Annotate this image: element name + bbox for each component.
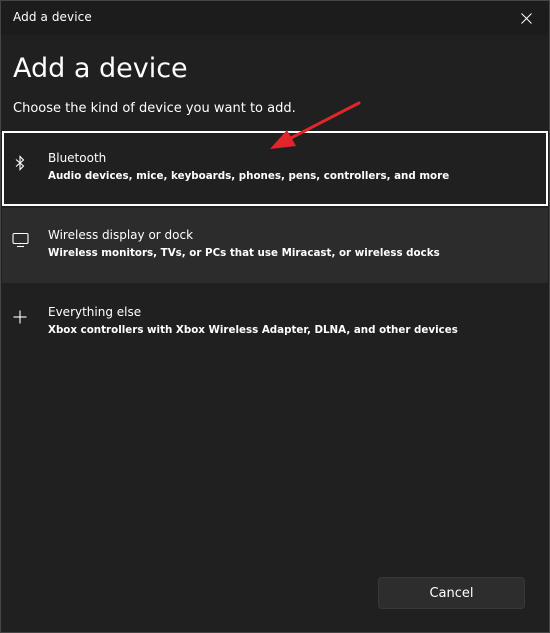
- plus-icon: [11, 308, 29, 326]
- close-button[interactable]: [503, 1, 549, 35]
- option-title: Wireless display or dock: [48, 228, 194, 242]
- option-description: Xbox controllers with Xbox Wireless Adap…: [48, 324, 458, 336]
- option-everything-else[interactable]: Everything else Xbox controllers with Xb…: [2, 285, 548, 360]
- option-bluetooth[interactable]: Bluetooth Audio devices, mice, keyboards…: [2, 131, 548, 206]
- page-title: Add a device: [13, 53, 188, 84]
- option-description: Audio devices, mice, keyboards, phones, …: [48, 170, 450, 182]
- add-device-window: Add a device Add a device Choose the kin…: [0, 0, 550, 633]
- close-icon: [520, 12, 532, 24]
- option-title: Everything else: [48, 305, 142, 319]
- page-subtitle: Choose the kind of device you want to ad…: [13, 101, 296, 116]
- cancel-button[interactable]: Cancel: [378, 577, 525, 609]
- monitor-icon: [11, 231, 29, 249]
- window-title: Add a device: [13, 10, 92, 24]
- bluetooth-icon: [11, 154, 29, 172]
- option-wireless-display[interactable]: Wireless display or dock Wireless monito…: [2, 208, 548, 283]
- option-description: Wireless monitors, TVs, or PCs that use …: [48, 247, 440, 259]
- option-title: Bluetooth: [48, 151, 107, 165]
- title-bar: Add a device: [1, 1, 549, 35]
